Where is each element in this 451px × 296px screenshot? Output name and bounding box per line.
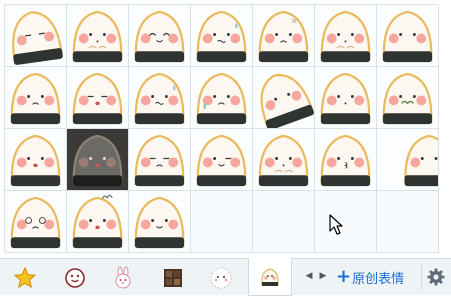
tab-classic-faces[interactable]	[56, 261, 94, 294]
sticker-dark-glitch[interactable]	[67, 129, 129, 191]
wet-sad-sticker-icon	[196, 72, 247, 125]
sticker-kiss-blush[interactable]	[315, 129, 377, 191]
pout-side-sticker-icon	[320, 10, 371, 63]
classic-face-icon	[65, 267, 85, 288]
sticker-happy-open[interactable]	[5, 129, 67, 191]
blush-shy-sticker-icon	[72, 10, 123, 63]
sticker-tilt-side[interactable]	[253, 67, 315, 129]
tilt-side-sticker-icon	[260, 74, 314, 128]
tab-cartoon-faces[interactable]	[202, 261, 240, 294]
empty-sticker-slot	[315, 191, 377, 253]
empty-sticker-slot	[377, 191, 439, 253]
empty-sticker-slot	[253, 191, 315, 253]
favorites-star-icon	[13, 266, 37, 288]
sticker-hands-up[interactable]	[253, 129, 315, 191]
sticker-sleepy-tilt[interactable]	[5, 5, 67, 67]
tab-favorites[interactable]	[6, 261, 44, 294]
wink-sticker-icon	[196, 134, 247, 187]
sticker-mustache[interactable]	[377, 67, 439, 129]
dark-glitch-sticker-icon	[72, 134, 123, 187]
mustache-sticker-icon	[382, 72, 433, 125]
grumpy-sticker-icon	[134, 134, 185, 187]
kiss-blush-sticker-icon	[320, 134, 371, 187]
sticker-smile-eyes-closed[interactable]	[129, 5, 191, 67]
crazy-hair-sticker-icon	[72, 194, 123, 249]
sticker-crazy-hair[interactable]	[67, 191, 129, 253]
sticker-dizzy-eyes[interactable]	[5, 191, 67, 253]
gear-icon[interactable]	[426, 267, 446, 287]
tab-dumpling-faces[interactable]	[248, 258, 292, 296]
frown-sticker-icon	[10, 72, 61, 125]
toolbar-divider	[421, 265, 422, 289]
sticker-grid	[4, 4, 439, 253]
tab-bunny-stickers[interactable]	[104, 261, 142, 294]
add-custom-sticker-button[interactable]: + 原创表情	[336, 267, 404, 287]
peeking-sticker-icon	[320, 72, 371, 125]
plus-icon: +	[336, 266, 352, 287]
sticker-sweat-worried[interactable]	[191, 5, 253, 67]
hands-up-sticker-icon	[258, 134, 309, 187]
drool-sticker-icon	[72, 72, 123, 125]
sweat-worried-sticker-icon	[196, 10, 247, 63]
angry-cross-sticker-icon	[258, 10, 309, 63]
sticker-drool[interactable]	[67, 67, 129, 129]
add-custom-sticker-label: 原创表情	[352, 271, 405, 287]
sticker-angry-cross[interactable]	[253, 5, 315, 67]
dizzy-eyes-sticker-icon	[10, 196, 61, 249]
sticker-pout-side[interactable]	[315, 5, 377, 67]
sticker-toolbar: ◀ ▶ + 原创表情	[0, 258, 451, 296]
sticker-nervous-sweat[interactable]	[129, 67, 191, 129]
sticker-wink[interactable]	[191, 129, 253, 191]
sticker-frown[interactable]	[5, 67, 67, 129]
photo-sticker-icon	[164, 268, 182, 287]
happy-open-sticker-icon	[10, 134, 61, 187]
cut-off-sticker-icon	[404, 134, 438, 187]
scroll-tabs-right-button[interactable]: ▶	[318, 269, 328, 283]
blank-stare-sticker-icon	[382, 10, 433, 63]
calm-smile-sticker-icon	[134, 196, 185, 249]
sticker-wet-sad[interactable]	[191, 67, 253, 129]
smile-eyes-closed-sticker-icon	[134, 10, 185, 63]
sticker-cut-off[interactable]	[377, 129, 439, 191]
sticker-blush-shy[interactable]	[67, 5, 129, 67]
nervous-sweat-sticker-icon	[134, 72, 185, 125]
bunny-sticker-icon	[115, 266, 131, 288]
cartoon-face-icon	[210, 267, 232, 288]
sticker-calm-smile[interactable]	[129, 191, 191, 253]
empty-sticker-slot	[191, 191, 253, 253]
sleepy-tilt-sticker-icon	[12, 11, 64, 65]
scroll-tabs-left-button[interactable]: ◀	[304, 269, 314, 283]
sticker-peeking[interactable]	[315, 67, 377, 129]
tab-photo-stickers[interactable]	[154, 261, 192, 294]
mouse-cursor-icon	[329, 214, 343, 235]
dumpling-face-icon	[261, 267, 279, 286]
sticker-grumpy[interactable]	[129, 129, 191, 191]
sticker-blank-stare[interactable]	[377, 5, 439, 67]
